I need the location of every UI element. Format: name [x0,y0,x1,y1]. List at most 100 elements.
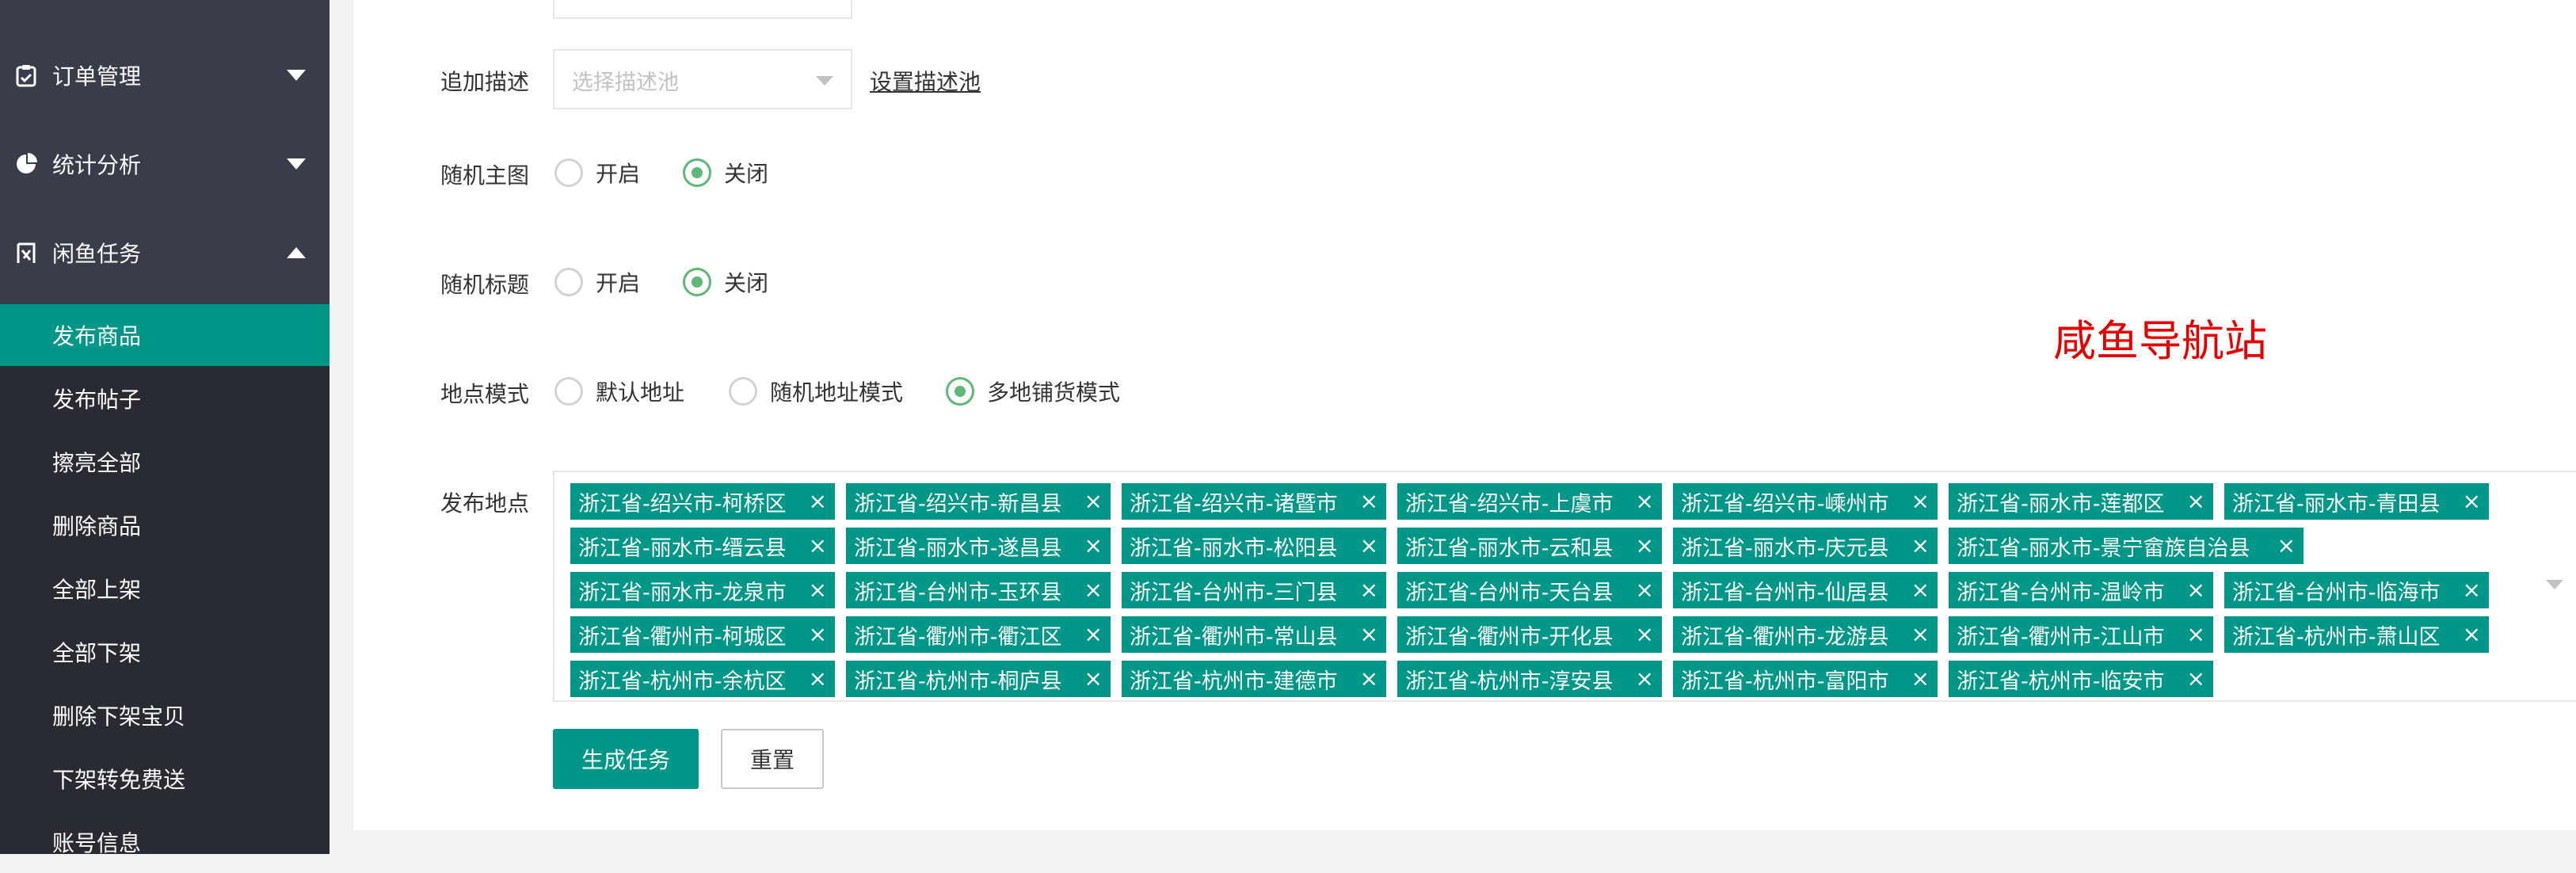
random-title-off-radio[interactable]: 关闭 [683,266,768,298]
location-tag[interactable]: 浙江省-丽水市-松阳县 × [1122,528,1386,564]
location-tag[interactable]: 浙江省-丽水市-庆元县 × [1673,528,1938,564]
menu-order-management[interactable]: 订单管理 [0,40,330,111]
close-icon[interactable]: × [1360,577,1378,603]
submenu-xianyu: 发布商品 发布帖子 擦亮全部 删除商品 全部上架 全部下架 删除下架宝贝 下架转… [0,304,330,856]
close-icon[interactable]: × [1084,577,1103,603]
radio-circle [554,268,583,296]
close-icon[interactable]: × [2277,532,2296,558]
append-desc-label: 追加描述 [440,69,530,95]
random-title-on-radio[interactable]: 开启 [554,266,640,298]
close-icon[interactable]: × [2187,665,2205,692]
location-tag[interactable]: 浙江省-丽水市-龙泉市 × [570,572,835,608]
close-icon[interactable]: × [1084,532,1103,558]
location-tag[interactable]: 浙江省-杭州市-余杭区 × [570,661,835,697]
close-icon[interactable]: × [2463,577,2481,603]
location-tag[interactable]: 浙江省-衢州市-衢江区 × [846,616,1111,653]
close-icon[interactable]: × [809,665,827,692]
close-icon[interactable]: × [1636,532,1654,558]
previous-field-input[interactable] [553,0,852,19]
location-tag[interactable]: 浙江省-丽水市-莲都区 × [1949,483,2213,520]
close-icon[interactable]: × [1084,488,1103,514]
location-tag[interactable]: 浙江省-绍兴市-上虞市 × [1397,483,1662,520]
location-tag[interactable]: 浙江省-绍兴市-诸暨市 × [1122,483,1386,520]
location-tag[interactable]: 浙江省-丽水市-云和县 × [1397,528,1662,564]
sidebar-item-publish-goods[interactable]: 发布商品 [0,304,330,366]
sidebar-item-delete-goods[interactable]: 删除商品 [0,494,330,556]
sidebar-item-publish-post[interactable]: 发布帖子 [0,368,330,429]
close-icon[interactable]: × [809,621,827,647]
close-icon[interactable]: × [1911,488,1930,514]
close-icon[interactable]: × [1360,621,1378,647]
location-tag[interactable]: 浙江省-台州市-天台县 × [1397,572,1662,608]
close-icon[interactable]: × [2463,488,2481,514]
random-main-image-on-radio[interactable]: 开启 [554,157,640,189]
location-tag[interactable]: 浙江省-绍兴市-柯桥区 × [570,483,835,520]
close-icon[interactable]: × [1636,665,1654,692]
location-tag[interactable]: 浙江省-衢州市-开化县 × [1397,616,1662,653]
reset-button[interactable]: 重置 [721,729,824,789]
menu-statistics[interactable]: 统计分析 [0,128,330,200]
location-tag-label: 浙江省-台州市-三门县 [1130,580,1338,605]
location-tag[interactable]: 浙江省-丽水市-缙云县 × [570,528,835,564]
close-icon[interactable]: × [1636,488,1654,514]
close-icon[interactable]: × [1636,577,1654,603]
location-tag[interactable]: 浙江省-杭州市-建德市 × [1122,661,1386,697]
close-icon[interactable]: × [2463,621,2481,647]
location-tag[interactable]: 浙江省-衢州市-常山县 × [1122,616,1386,653]
location-tag[interactable]: 浙江省-杭州市-临安市 × [1949,661,2213,697]
location-tag-label: 浙江省-丽水市-龙泉市 [578,580,787,605]
close-icon[interactable]: × [1360,532,1378,558]
close-icon[interactable]: × [2187,488,2205,514]
location-tag[interactable]: 浙江省-绍兴市-新昌县 × [846,483,1111,520]
sidebar-item-delete-delisted[interactable]: 删除下架宝贝 [0,684,330,746]
set-desc-pool-link[interactable]: 设置描述池 [870,65,981,97]
location-tag[interactable]: 浙江省-衢州市-柯城区 × [570,616,835,653]
close-icon[interactable]: × [809,577,827,603]
random-title-label: 随机标题 [440,272,530,298]
sidebar-item-delist-all[interactable]: 全部下架 [0,621,330,683]
close-icon[interactable]: × [1911,621,1930,647]
location-tag[interactable]: 浙江省-杭州市-桐庐县 × [846,661,1111,697]
close-icon[interactable]: × [1911,665,1930,692]
sidebar-item-list-all[interactable]: 全部上架 [0,558,330,619]
location-tag[interactable]: 浙江省-绍兴市-嵊州市 × [1673,483,1938,520]
location-tag[interactable]: 浙江省-台州市-三门县 × [1122,572,1386,608]
sidebar-item-delist-to-free[interactable]: 下架转免费送 [0,748,330,810]
close-icon[interactable]: × [1360,665,1378,692]
close-icon[interactable]: × [1911,577,1930,603]
location-default-radio[interactable]: 默认地址 [554,376,684,407]
location-tag[interactable]: 浙江省-杭州市-富阳市 × [1673,661,1938,697]
location-tag[interactable]: 浙江省-衢州市-龙游县 × [1673,616,1938,653]
close-icon[interactable]: × [1084,665,1103,692]
location-random-radio[interactable]: 随机地址模式 [729,376,903,407]
close-icon[interactable]: × [809,532,827,558]
location-tag[interactable]: 浙江省-丽水市-景宁畲族自治县 × [1949,528,2304,564]
location-tag-label: 浙江省-丽水市-庆元县 [1681,536,1889,561]
close-icon[interactable]: × [809,488,827,514]
location-tag[interactable]: 浙江省-台州市-玉环县 × [846,572,1111,608]
close-icon[interactable]: × [2187,621,2205,647]
location-tag[interactable]: 浙江省-丽水市-遂昌县 × [846,528,1111,564]
location-multi-radio[interactable]: 多地铺货模式 [946,376,1120,407]
generate-task-button[interactable]: 生成任务 [553,729,699,789]
location-tag[interactable]: 浙江省-杭州市-萧山区 × [2224,616,2489,653]
location-tag-label: 浙江省-丽水市-松阳县 [1130,536,1338,561]
close-icon[interactable]: × [1636,621,1654,647]
sidebar-item-polish-all[interactable]: 擦亮全部 [0,431,330,493]
random-main-image-off-radio[interactable]: 关闭 [683,157,768,189]
location-tag[interactable]: 浙江省-台州市-临海市 × [2224,572,2489,608]
close-icon[interactable]: × [1911,532,1930,558]
location-tag[interactable]: 浙江省-丽水市-青田县 × [2224,483,2489,520]
publish-locations-multiselect[interactable]: 浙江省-绍兴市-柯桥区 × 浙江省-绍兴市-新昌县 × 浙江省-绍兴市-诸暨市 × 浙江省-… [553,471,2576,702]
close-icon[interactable]: × [2187,577,2205,603]
location-tag[interactable]: 浙江省-台州市-仙居县 × [1673,572,1938,608]
sidebar-item-account-info[interactable]: 账号信息 [0,811,330,873]
location-tag-label: 浙江省-杭州市-建德市 [1130,669,1338,694]
location-tag[interactable]: 浙江省-杭州市-淳安县 × [1397,661,1662,697]
menu-xianyu-tasks[interactable]: 闲鱼任务 [0,217,330,288]
location-tag[interactable]: 浙江省-衢州市-江山市 × [1949,616,2213,653]
close-icon[interactable]: × [1360,488,1378,514]
desc-pool-select[interactable]: 选择描述池 [553,49,852,109]
location-tag[interactable]: 浙江省-台州市-温岭市 × [1949,572,2213,608]
close-icon[interactable]: × [1084,621,1103,647]
